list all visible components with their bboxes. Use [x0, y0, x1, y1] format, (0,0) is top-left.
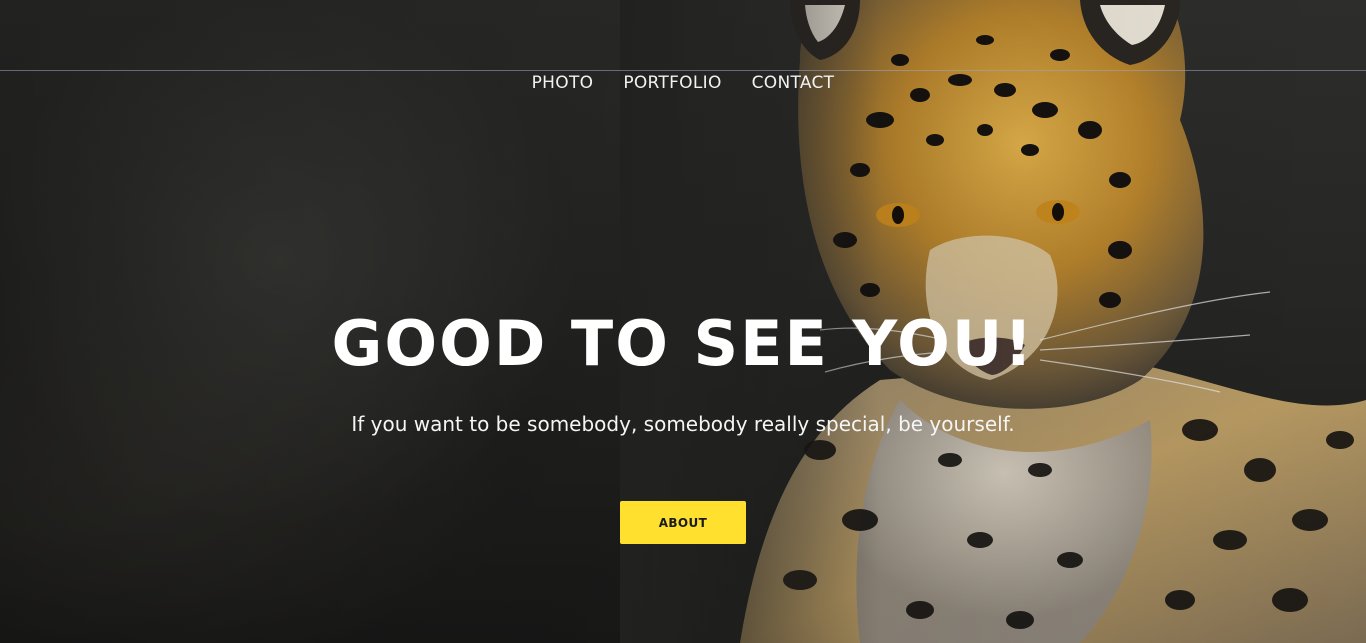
about-button[interactable]: ABOUT — [620, 501, 746, 544]
hero-headline: GOOD TO SEE YOU! — [331, 307, 1035, 380]
nav-item-portfolio[interactable]: PORTFOLIO — [623, 72, 721, 94]
nav-item-photo[interactable]: PHOTO — [532, 72, 594, 94]
hero-section: PHOTO PORTFOLIO CONTACT GOOD TO SEE YOU!… — [0, 0, 1366, 643]
hero-tagline: If you want to be somebody, somebody rea… — [351, 412, 1015, 436]
nav-item-contact[interactable]: CONTACT — [752, 72, 835, 94]
main-nav: PHOTO PORTFOLIO CONTACT — [0, 72, 1366, 94]
header-divider — [0, 70, 1366, 71]
